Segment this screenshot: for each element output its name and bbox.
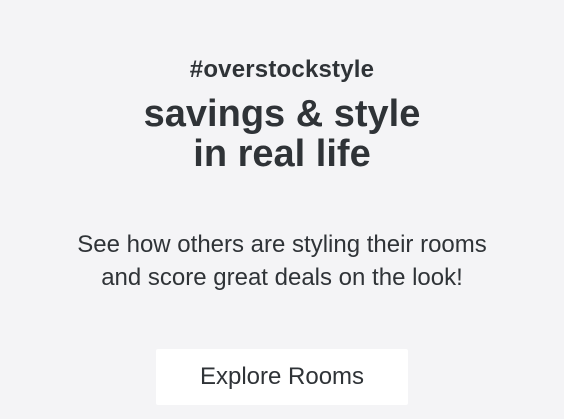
headline-line-2: in real life bbox=[193, 133, 371, 175]
promo-headline: savings & style in real life bbox=[144, 94, 421, 174]
hashtag-label: #overstockstyle bbox=[189, 56, 375, 83]
description-line-2: and score great deals on the look! bbox=[101, 264, 463, 292]
promo-description: See how others are styling their rooms a… bbox=[32, 228, 532, 294]
headline-line-1: savings & style bbox=[143, 93, 421, 135]
description-line-1: See how others are styling their rooms bbox=[77, 231, 487, 259]
explore-rooms-button[interactable]: Explore Rooms bbox=[156, 349, 408, 406]
promo-panel: #overstockstyle savings & style in real … bbox=[0, 0, 564, 419]
